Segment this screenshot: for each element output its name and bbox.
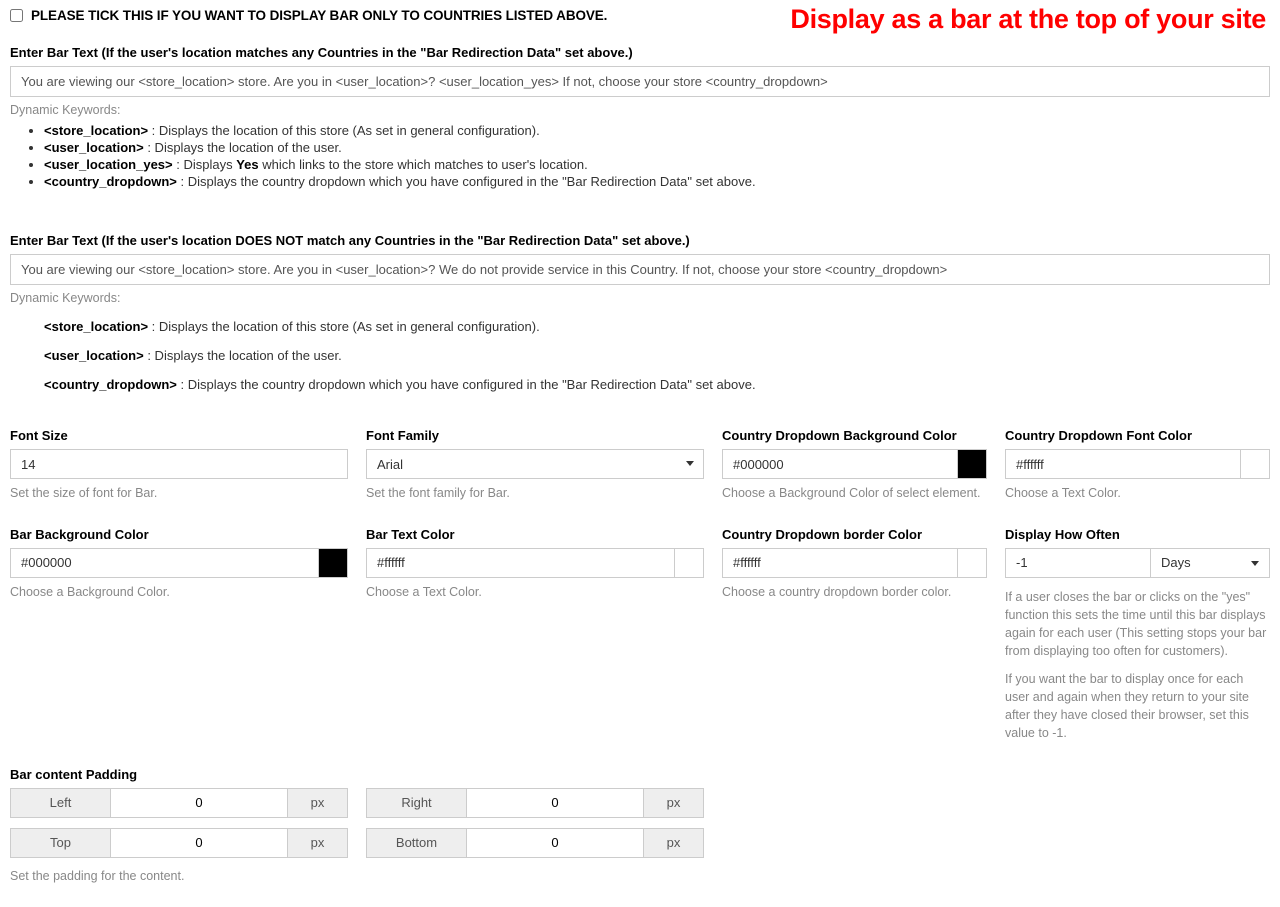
- bar-text-nomatch-label: Enter Bar Text (If the user's location D…: [10, 233, 1270, 248]
- often-help-1: If a user closes the bar or clicks on th…: [1005, 588, 1270, 661]
- font-size-input[interactable]: [10, 449, 348, 479]
- bar-text-color-field: Bar Text Color Choose a Text Color.: [366, 527, 704, 743]
- often-help-2: If you want the bar to display once for …: [1005, 670, 1270, 743]
- dynamic-keywords-label-2: Dynamic Keywords:: [10, 291, 1270, 305]
- padding-right-label: Right: [366, 788, 466, 818]
- padding-left-top-field: Bar content Padding Left px Top px Set t…: [10, 767, 348, 886]
- padding-left-input[interactable]: [110, 788, 288, 818]
- dynamic-keywords-label-1: Dynamic Keywords:: [10, 103, 1270, 117]
- dropdown-font-input[interactable]: [1005, 449, 1240, 479]
- dropdown-font-field: Country Dropdown Font Color Choose a Tex…: [1005, 428, 1270, 503]
- padding-unit: px: [644, 828, 704, 858]
- padding-right-input[interactable]: [466, 788, 644, 818]
- dropdown-bg-swatch[interactable]: [957, 449, 987, 479]
- display-often-field: Display How Often Days If a user closes …: [1005, 527, 1270, 743]
- settings-grid: Font Size Set the size of font for Bar. …: [10, 428, 1270, 899]
- padding-top-label: Top: [10, 828, 110, 858]
- bar-bg-field: Bar Background Color Choose a Background…: [10, 527, 348, 743]
- kw-store-location: <store_location> : Displays the location…: [44, 123, 1270, 138]
- bar-text-nomatch-input[interactable]: [10, 254, 1270, 285]
- padding-right-bottom-field: Right px Bottom px: [366, 767, 704, 886]
- padding-unit: px: [288, 788, 348, 818]
- dropdown-border-field: Country Dropdown border Color Choose a c…: [722, 527, 987, 743]
- display-only-countries-checkbox[interactable]: [10, 9, 23, 22]
- font-family-field: Font Family Set the font family for Bar.: [366, 428, 704, 503]
- kw2-store-location: <store_location> : Displays the location…: [44, 319, 1270, 334]
- font-family-select[interactable]: [366, 449, 704, 479]
- keyword-list-1: <store_location> : Displays the location…: [44, 123, 1270, 189]
- padding-top-input[interactable]: [110, 828, 288, 858]
- kw-user-location-yes: <user_location_yes> : Displays Yes which…: [44, 157, 1270, 172]
- padding-unit: px: [288, 828, 348, 858]
- dropdown-bg-field: Country Dropdown Background Color Choose…: [722, 428, 987, 503]
- padding-bottom-input[interactable]: [466, 828, 644, 858]
- dropdown-font-swatch[interactable]: [1240, 449, 1270, 479]
- display-only-countries-label: PLEASE TICK THIS IF YOU WANT TO DISPLAY …: [31, 8, 607, 23]
- bar-text-match-label: Enter Bar Text (If the user's location m…: [10, 45, 1270, 60]
- kw2-country-dropdown: <country_dropdown> : Displays the countr…: [44, 377, 1270, 392]
- bar-bg-swatch[interactable]: [318, 548, 348, 578]
- dropdown-bg-input[interactable]: [722, 449, 957, 479]
- bar-text-match-section: Enter Bar Text (If the user's location m…: [10, 45, 1270, 189]
- dropdown-border-input[interactable]: [722, 548, 957, 578]
- padding-left-label: Left: [10, 788, 110, 818]
- display-often-unit-select[interactable]: Days: [1150, 548, 1270, 578]
- kw-country-dropdown: <country_dropdown> : Displays the countr…: [44, 174, 1270, 189]
- padding-bottom-label: Bottom: [366, 828, 466, 858]
- keyword-list-2: <store_location> : Displays the location…: [44, 319, 1270, 392]
- bar-text-nomatch-section: Enter Bar Text (If the user's location D…: [10, 233, 1270, 392]
- bar-text-color-input[interactable]: [366, 548, 674, 578]
- display-often-input[interactable]: [1005, 548, 1150, 578]
- kw2-user-location: <user_location> : Displays the location …: [44, 348, 1270, 363]
- bar-text-color-swatch[interactable]: [674, 548, 704, 578]
- kw-user-location: <user_location> : Displays the location …: [44, 140, 1270, 155]
- padding-unit: px: [644, 788, 704, 818]
- font-size-field: Font Size Set the size of font for Bar.: [10, 428, 348, 503]
- bar-bg-input[interactable]: [10, 548, 318, 578]
- bar-text-match-input[interactable]: [10, 66, 1270, 97]
- chevron-down-icon: [1251, 561, 1259, 566]
- dropdown-border-swatch[interactable]: [957, 548, 987, 578]
- page-banner: Display as a bar at the top of your site: [790, 4, 1266, 35]
